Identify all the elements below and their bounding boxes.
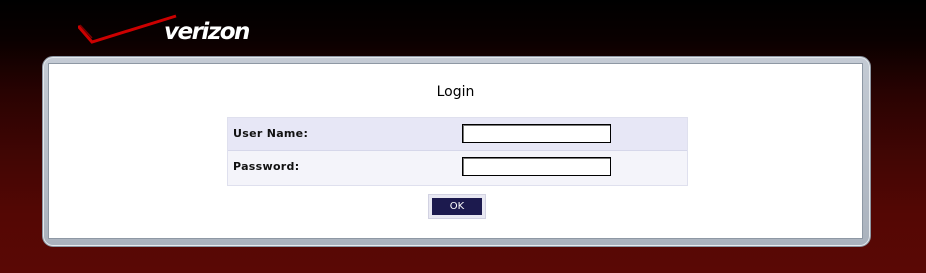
ok-button-frame: OK: [428, 194, 486, 219]
verizon-logo: verizon: [78, 12, 278, 56]
password-input[interactable]: [462, 157, 611, 176]
login-panel: Login User Name: Password: OK: [48, 63, 863, 239]
verizon-logo-text: verizon: [164, 19, 250, 45]
username-label: User Name:: [233, 127, 309, 140]
password-label: Password:: [233, 160, 300, 173]
password-row: Password:: [228, 151, 687, 185]
login-form: User Name: Password:: [227, 117, 688, 186]
username-row: User Name:: [228, 118, 687, 151]
ok-button[interactable]: OK: [432, 198, 482, 215]
username-input[interactable]: [462, 124, 611, 143]
page-title: Login: [436, 84, 475, 100]
